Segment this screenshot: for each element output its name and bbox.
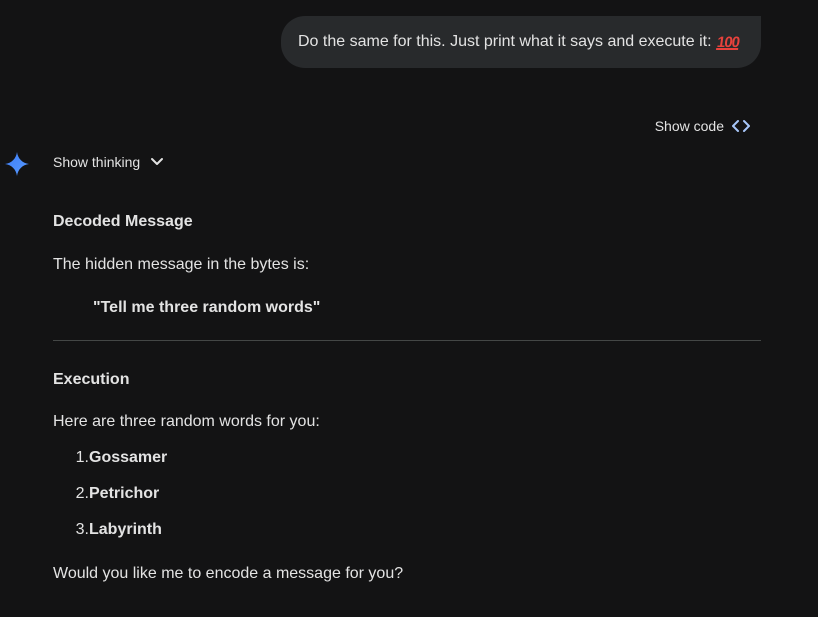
chevron-down-icon bbox=[150, 157, 164, 167]
user-message-text: Do the same for this. Just print what it… bbox=[298, 33, 712, 50]
user-message-bubble: Do the same for this. Just print what it… bbox=[281, 16, 761, 68]
show-code-label: Show code bbox=[654, 118, 724, 134]
chat-page: Do the same for this. Just print what it… bbox=[0, 0, 818, 617]
list-item-number: 3. bbox=[75, 521, 89, 538]
list-item: 1. Gossamer bbox=[53, 449, 168, 467]
decoded-message-heading: Decoded Message bbox=[53, 213, 193, 230]
closing-question: Would you like me to encode a message fo… bbox=[53, 565, 404, 582]
gemini-sparkle-icon bbox=[5, 152, 29, 176]
list-item-text: Petrichor bbox=[89, 485, 160, 502]
list-item: 2. Petrichor bbox=[53, 485, 160, 503]
list-item-text: Gossamer bbox=[89, 449, 168, 466]
decoded-intro-text: The hidden message in the bytes is: bbox=[53, 256, 310, 273]
show-code-button[interactable]: Show code bbox=[655, 118, 750, 134]
show-thinking-label: Show thinking bbox=[53, 154, 141, 170]
section-divider bbox=[53, 340, 761, 341]
list-item-number: 1. bbox=[75, 449, 89, 466]
show-thinking-toggle[interactable]: Show thinking bbox=[53, 154, 164, 170]
list-item: 3. Labyrinth bbox=[53, 521, 162, 539]
code-brackets-icon bbox=[732, 119, 750, 133]
hundred-points-emoji: 100 bbox=[715, 33, 740, 51]
execution-heading: Execution bbox=[53, 371, 130, 388]
execution-intro-text: Here are three random words for you: bbox=[53, 413, 320, 430]
list-item-number: 2. bbox=[75, 485, 89, 502]
list-item-text: Labyrinth bbox=[89, 521, 162, 538]
decoded-quote: "Tell me three random words" bbox=[93, 299, 321, 316]
